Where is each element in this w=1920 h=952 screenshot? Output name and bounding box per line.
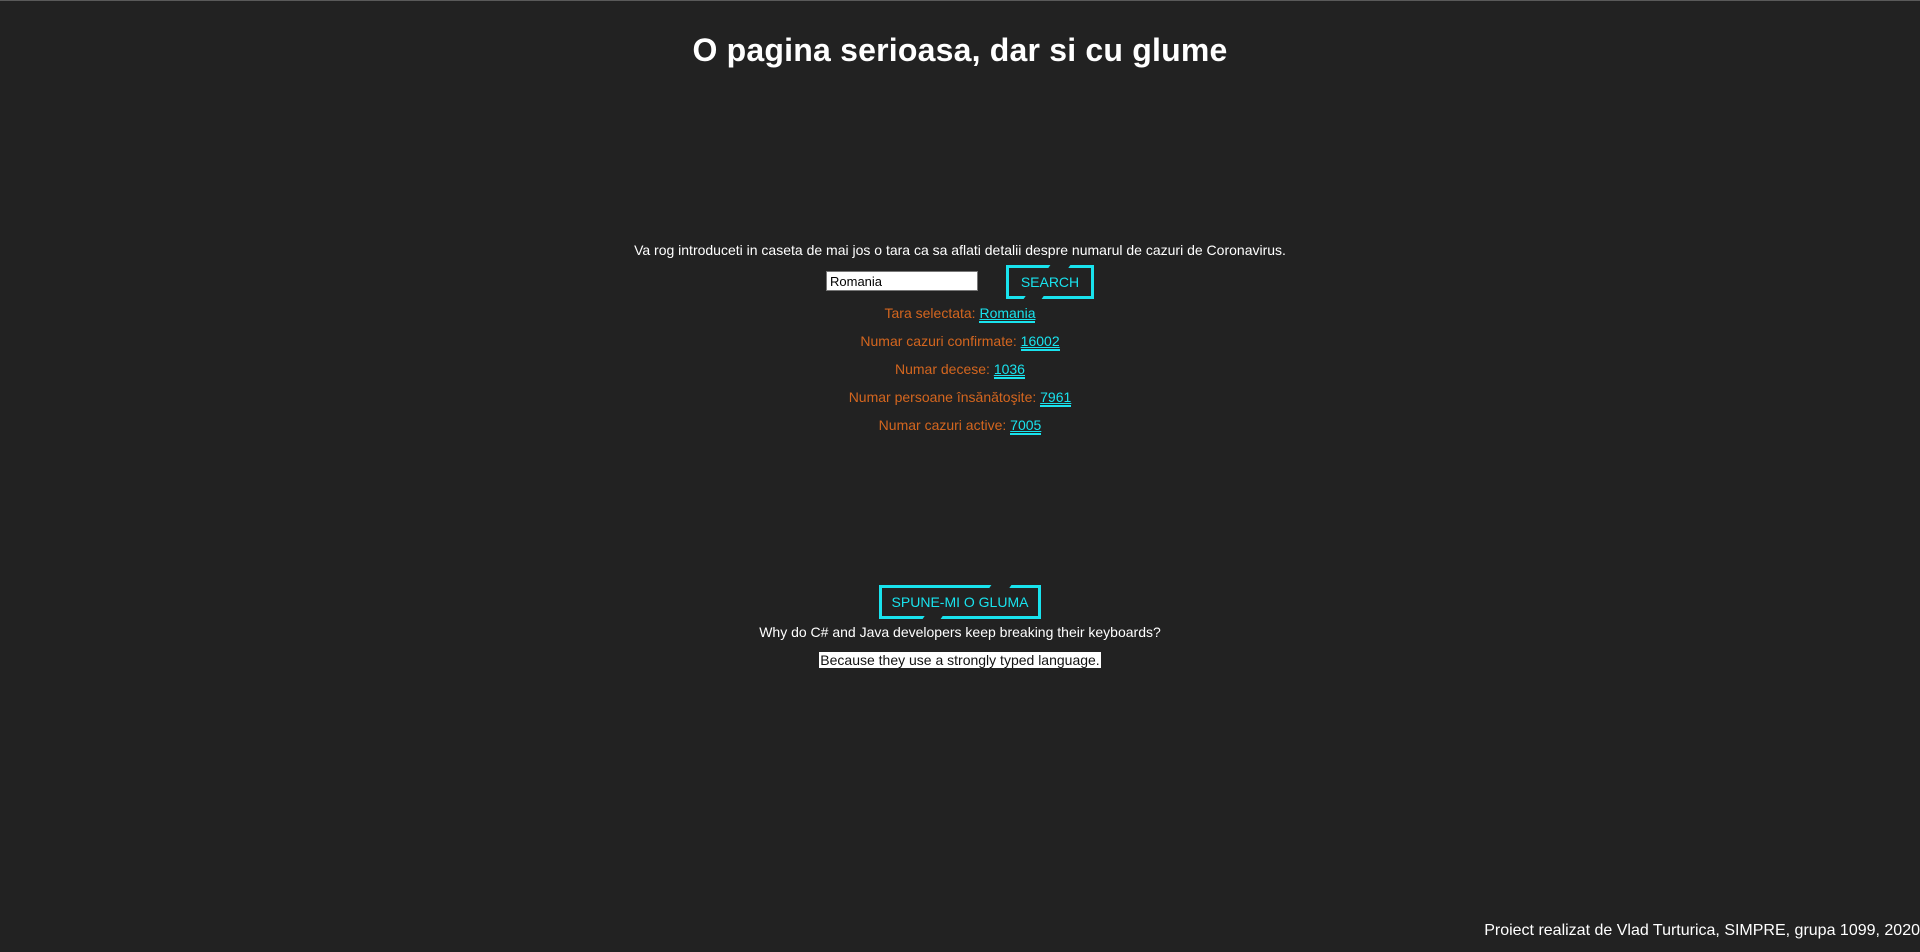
- page: O pagina serioasa, dar si cu glume Va ro…: [0, 0, 1920, 952]
- stat-active-cases: Numar cazuri active: 7005: [0, 417, 1920, 435]
- stat-label: Numar cazuri active:: [878, 417, 1011, 433]
- stat-label: Numar cazuri confirmate:: [860, 333, 1021, 349]
- active-cases-value[interactable]: 7005: [1010, 417, 1042, 435]
- stat-label: Numar decese:: [895, 361, 994, 377]
- stat-confirmed-cases: Numar cazuri confirmate: 16002: [0, 333, 1920, 351]
- selected-country-value[interactable]: Romania: [979, 305, 1036, 323]
- joke-question: Why do C# and Java developers keep break…: [759, 624, 1161, 640]
- stat-deaths: Numar decese: 1036: [0, 361, 1920, 379]
- footer-credits: Proiect realizat de Vlad Turturica, SIMP…: [1484, 922, 1920, 939]
- page-title: O pagina serioasa, dar si cu glume: [692, 32, 1228, 68]
- tell-joke-button[interactable]: SPUNE-MI O GLUMA: [879, 585, 1041, 619]
- search-instructions: Va rog introduceti in caseta de mai jos …: [634, 242, 1286, 258]
- stat-label: Numar persoane însănătoşite:: [848, 389, 1041, 405]
- search-button[interactable]: SEARCH: [1006, 265, 1094, 299]
- deaths-value[interactable]: 1036: [993, 361, 1025, 379]
- joke-answer: Because they use a strongly typed langua…: [819, 652, 1101, 668]
- stat-recovered: Numar persoane însănătoşite: 7961: [0, 389, 1920, 407]
- stat-label: Tara selectata:: [884, 305, 980, 321]
- stat-selected-country: Tara selectata: Romania: [0, 305, 1920, 323]
- joke-answer-container: Because they use a strongly typed langua…: [0, 652, 1920, 668]
- confirmed-cases-value[interactable]: 16002: [1020, 333, 1060, 351]
- recovered-value[interactable]: 7961: [1040, 389, 1072, 407]
- country-search-input[interactable]: [826, 271, 978, 291]
